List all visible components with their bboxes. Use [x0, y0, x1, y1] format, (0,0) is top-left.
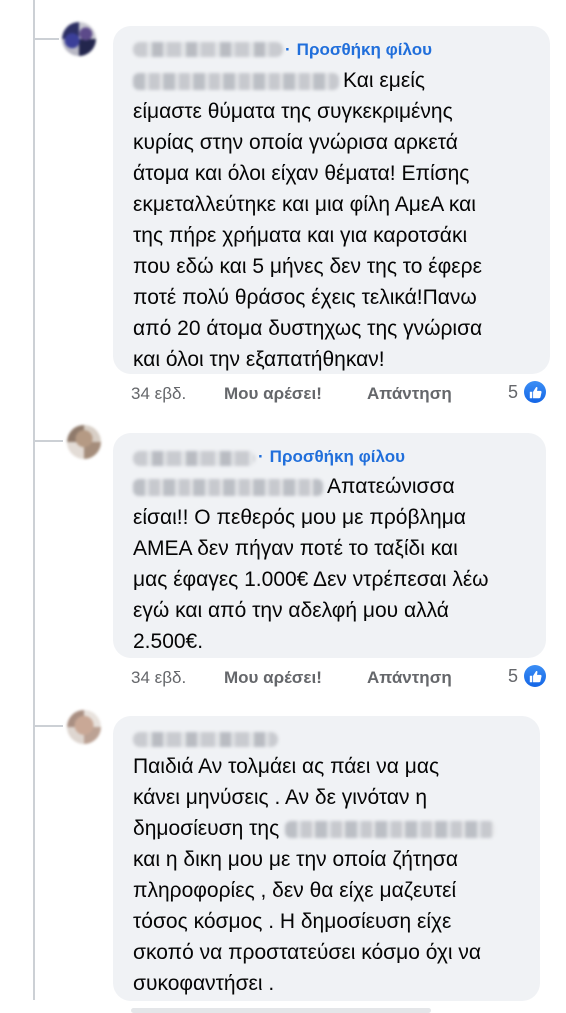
thread-line — [33, 38, 59, 40]
comment-line: είσαι!! Ο πεθερός μου με πρόβλημα — [133, 506, 466, 529]
avatar[interactable] — [67, 425, 101, 459]
comment-bubble: Παιδιά Αν τολμάει ας πάει να μας κάνει μ… — [113, 716, 540, 1001]
comment-line: Παιδιά Αν τολμάει ας πάει να μας — [133, 755, 440, 778]
add-friend-link[interactable]: · Προσθήκη φίλου — [258, 447, 405, 467]
comment-line: Και εμείς — [133, 65, 482, 96]
reaction-summary[interactable]: 5 — [508, 381, 547, 403]
comment-actions: 34 εβδ. Μου αρέσει! Απάντηση — [131, 384, 551, 406]
reply-button[interactable]: Απάντηση — [367, 668, 452, 688]
comment-actions: 34 εβδ. Μου αρέσει! Απάντηση — [131, 668, 551, 690]
thread-line — [33, 440, 63, 442]
comment-line: πληροφορίες , δεν θα είχε μαζευτεί — [133, 879, 457, 902]
comment-line: συκοφαντήσει . — [133, 972, 275, 995]
comment-line: και η δικη μου με την οποία ζήτησα — [133, 848, 458, 871]
like-button[interactable]: Μου αρέσει! — [224, 668, 322, 688]
comment-line: εκμεταλλεύτηκε και μια φίλη ΑμεΑ και — [133, 193, 476, 216]
comment-text: Απατεώνισσα είσαι!! Ο πεθερός μου με πρό… — [133, 471, 489, 657]
separator-dot: · — [258, 447, 264, 466]
comment-line: ποτέ πολύ θράσος έχεις τελικά!Πανω — [133, 286, 477, 309]
comment-line: σκοπό να προστατεύσει κόσμο όχι να — [133, 941, 482, 964]
like-icon — [524, 665, 547, 687]
redacted-mention — [133, 72, 339, 90]
comment-line: από 20 άτομα δυστηχως της γνώρισα — [133, 317, 483, 340]
reaction-count: 5 — [508, 665, 519, 686]
comment-text: Παιδιά Αν τολμάει ας πάει να μας κάνει μ… — [133, 751, 499, 999]
thread-line — [33, 0, 35, 40]
comment-line: μας έφαγες 1.000€ Δεν ντρέπεσαι λέω — [133, 568, 489, 591]
avatar[interactable] — [67, 710, 101, 744]
comment-text: Και εμείς είμαστε θύματα της συγκεκριμέν… — [133, 65, 482, 375]
comment-line: που εδώ και 5 μήνες δεν της το έφερε — [133, 255, 482, 278]
commenter-name-redacted[interactable] — [133, 732, 278, 747]
like-icon — [524, 381, 547, 403]
redacted-mention — [285, 820, 496, 838]
comment-line: δημοσίευση της — [133, 813, 499, 844]
comment-line: εγώ και από την αδελφή μου αλλά — [133, 599, 449, 622]
comment-time[interactable]: 34 εβδ. — [131, 668, 186, 688]
comment-line: τόσος κόσμος . Η δημοσίευση είχε — [133, 910, 452, 933]
next-comment-hint — [131, 1008, 431, 1013]
add-friend-link[interactable]: · Προσθήκη φίλου — [285, 40, 432, 60]
commenter-name-redacted[interactable] — [133, 42, 283, 57]
comment-bubble: · Προσθήκη φίλου Και εμείς είμαστε θύματα… — [113, 26, 550, 374]
comment-line: Απατεώνισσα — [133, 471, 489, 502]
comment-line: κυρίας στην οποία γνώρισα αρκετά — [133, 131, 458, 154]
comment-line: και όλοι την εξαπατήθηκαν! — [133, 348, 385, 371]
comment-line: άτομα και όλοι είχαν θέματα! Επίσης — [133, 162, 470, 185]
comment-line: της πήρε χρήματα και για καροτσάκι — [133, 224, 468, 247]
like-button[interactable]: Μου αρέσει! — [224, 384, 322, 404]
redacted-mention — [133, 478, 323, 496]
reaction-summary[interactable]: 5 — [508, 665, 547, 687]
thread-line — [33, 40, 35, 1000]
comment-time[interactable]: 34 εβδ. — [131, 384, 186, 404]
reaction-count: 5 — [508, 381, 519, 402]
avatar[interactable] — [62, 22, 96, 56]
comment-bubble: · Προσθήκη φίλου Απατεώνισσα είσαι!! Ο πε… — [113, 433, 546, 658]
separator-dot: · — [285, 40, 291, 59]
comment-line: είμαστε θύματα της συγκεκριμένης — [133, 100, 453, 123]
thread-line — [33, 725, 63, 727]
comment-line: 2.500€. — [133, 630, 204, 653]
comment-line: κάνει μηνύσεις . Αν δε γινόταν η — [133, 786, 428, 809]
comment-line: ΑΜΕΑ δεν πήγαν ποτέ το ταξίδι και — [133, 537, 458, 560]
reply-button[interactable]: Απάντηση — [367, 384, 452, 404]
commenter-name-redacted[interactable] — [133, 451, 255, 466]
